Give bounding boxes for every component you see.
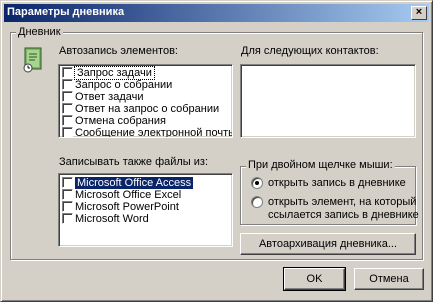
item-checkbox[interactable]: [62, 67, 73, 78]
list-item[interactable]: Microsoft PowerPoint: [59, 201, 232, 213]
radio-open-item[interactable]: открыть элемент, на который ссылается за…: [251, 196, 419, 222]
close-button[interactable]: ×: [411, 6, 427, 20]
item-checkbox[interactable]: [62, 201, 73, 212]
contacts-list[interactable]: [240, 64, 416, 138]
journal-options-dialog: Параметры дневника × Дневник Автозапись …: [0, 0, 433, 302]
window-title: Параметры дневника: [7, 6, 125, 18]
auto-archive-button[interactable]: Автоархивация дневника...: [240, 233, 416, 255]
item-checkbox[interactable]: [62, 79, 73, 90]
list-item[interactable]: Запрос о собрании: [59, 79, 232, 91]
item-checkbox[interactable]: [62, 127, 73, 137]
files-list[interactable]: Microsoft Office Access Microsoft Office…: [58, 173, 233, 247]
list-item[interactable]: Запрос задачи: [59, 66, 232, 80]
auto-record-list[interactable]: Запрос задачи Запрос о собрании Ответ за…: [58, 64, 233, 138]
journal-group-label: Дневник: [16, 26, 63, 38]
double-click-label: При двойном щелчке мыши:: [246, 159, 395, 171]
files-label: Записывать также файлы из:: [59, 156, 209, 168]
auto-record-label: Автозапись элементов:: [59, 45, 178, 57]
title-bar[interactable]: Параметры дневника ×: [4, 4, 429, 22]
item-checkbox[interactable]: [62, 213, 73, 224]
list-item[interactable]: Microsoft Office Access: [59, 177, 232, 189]
item-checkbox[interactable]: [62, 189, 73, 200]
item-checkbox[interactable]: [62, 91, 73, 102]
list-item[interactable]: Microsoft Office Excel: [59, 189, 232, 201]
cancel-button[interactable]: Отмена: [354, 268, 424, 290]
radio-open-entry[interactable]: открыть запись в дневнике: [251, 177, 411, 189]
close-icon: ×: [415, 6, 423, 18]
ok-button[interactable]: OK: [283, 267, 346, 291]
radio-button[interactable]: [251, 177, 263, 189]
list-item[interactable]: Сообщение электронной почты: [59, 127, 232, 137]
list-item[interactable]: Ответ на запрос о собрании: [59, 103, 232, 115]
list-item[interactable]: Отмена собрания: [59, 115, 232, 127]
list-item[interactable]: Microsoft Word: [59, 213, 232, 225]
journal-book-icon: [23, 47, 42, 73]
item-checkbox[interactable]: [62, 177, 73, 188]
list-item[interactable]: Ответ задачи: [59, 91, 232, 103]
radio-button[interactable]: [251, 196, 263, 208]
item-checkbox[interactable]: [62, 103, 73, 114]
item-checkbox[interactable]: [62, 115, 73, 126]
contacts-label: Для следующих контактов:: [241, 45, 379, 57]
